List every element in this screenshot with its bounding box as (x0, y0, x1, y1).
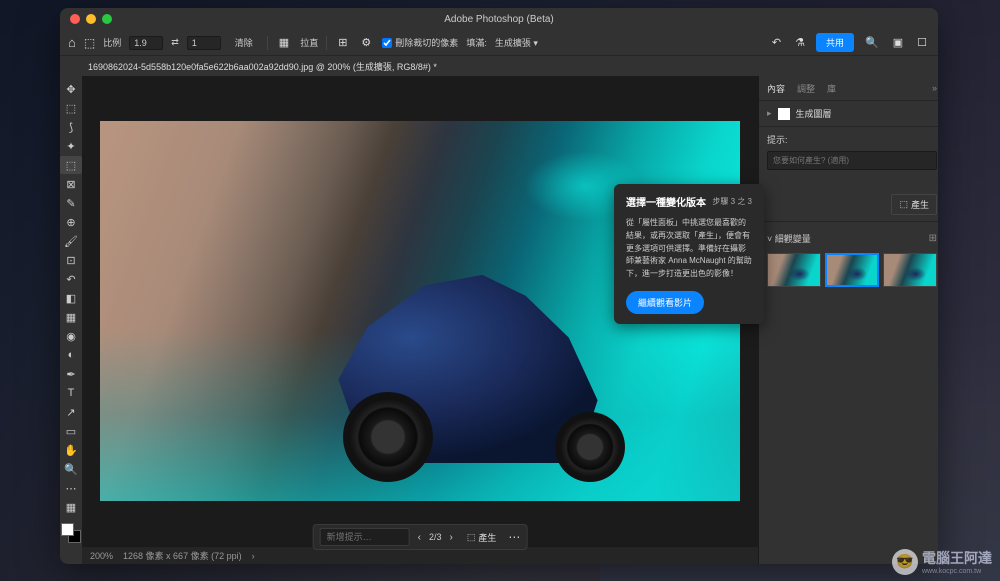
more-options-icon[interactable]: ⋯ (508, 530, 520, 544)
eraser-tool-icon[interactable]: ◧ (60, 289, 82, 307)
grid-view-icon[interactable]: ⊞ (929, 233, 937, 244)
pen-tool-icon[interactable]: ✒ (60, 365, 82, 383)
clear-button[interactable]: 清除 (229, 34, 259, 51)
gradient-tool-icon[interactable]: ▦ (60, 308, 82, 326)
properties-panel: 內容 調整 庫 » ▸ 生成圖層 提示: ⬚ 產生 (758, 76, 938, 564)
document-dimensions: 1268 像素 x 667 像素 (72 ppi) (123, 549, 242, 562)
variation-thumb-2[interactable] (825, 253, 879, 287)
zoom-level[interactable]: 200% (90, 551, 113, 561)
blur-tool-icon[interactable]: ◉ (60, 327, 82, 345)
lasso-tool-icon[interactable]: ⟆ (60, 118, 82, 136)
variation-count: 2/3 (429, 532, 442, 542)
more-tools-icon[interactable]: ⋯ (60, 479, 82, 497)
edit-toolbar-icon[interactable]: ▦ (60, 498, 82, 516)
popup-title: 選擇一種變化版本 (626, 194, 706, 209)
wand-tool-icon[interactable]: ✦ (60, 137, 82, 155)
ratio-width-input[interactable] (129, 36, 163, 50)
variation-thumb-1[interactable] (767, 253, 821, 287)
next-variation-button[interactable]: › (447, 532, 454, 543)
watermark-text: 電腦王阿達 (922, 548, 992, 568)
move-tool-icon[interactable]: ✥ (60, 80, 82, 98)
hand-tool-icon[interactable]: ✋ (60, 441, 82, 459)
watermark-icon: 😎 (892, 549, 918, 575)
variation-thumb-3[interactable] (883, 253, 937, 287)
photoshop-window: Adobe Photoshop (Beta) ⌂ ⬚ 比例 ⇄ 清除 ▦ 拉直 … (60, 8, 938, 564)
watermark: 😎 電腦王阿達 www.kocpc.com.tw (892, 548, 992, 575)
color-swatches[interactable] (61, 523, 81, 543)
arrange-icon[interactable]: ☐ (914, 36, 930, 49)
shape-tool-icon[interactable]: ▭ (60, 422, 82, 440)
close-window-button[interactable] (70, 14, 80, 24)
gear-icon[interactable]: ⚙ (358, 36, 374, 49)
titlebar: Adobe Photoshop (Beta) (60, 8, 938, 30)
document-tabbar: 1690862024-5d558b120e0fa5e622b6aa002a92d… (60, 56, 938, 76)
zoom-tool-icon[interactable]: 🔍 (60, 460, 82, 478)
dodge-tool-icon[interactable]: ◐ (60, 346, 82, 364)
expand-icon[interactable]: ▸ (767, 108, 772, 119)
contextual-task-bar: ‹ 2/3 › ⬚ 產生 ⋯ (313, 524, 528, 550)
type-tool-icon[interactable]: T (60, 384, 82, 402)
maximize-window-button[interactable] (102, 14, 112, 24)
home-icon[interactable]: ⌂ (68, 35, 76, 50)
crop-tool-icon[interactable]: ⬚ (60, 156, 82, 174)
variation-thumbnails (767, 253, 937, 287)
popup-step: 步驟 3 之 3 (712, 196, 752, 207)
ratio-height-input[interactable] (187, 36, 221, 50)
panel-tabs: 內容 調整 庫 » (759, 76, 938, 100)
fill-dropdown[interactable]: 生成擴張 ▾ (495, 36, 538, 49)
search-icon[interactable]: 🔍 (862, 36, 882, 49)
undo-icon[interactable]: ↶ (769, 36, 784, 49)
tab-content[interactable]: 內容 (767, 82, 785, 95)
watermark-url: www.kocpc.com.tw (922, 568, 992, 575)
continue-button[interactable]: 繼續觀看影片 (626, 291, 704, 314)
delete-cropped-checkbox[interactable]: 刪除裁切的像素 (382, 36, 458, 49)
marquee-tool-icon[interactable]: ⬚ (60, 99, 82, 117)
tab-library[interactable]: 庫 (827, 82, 836, 95)
prev-variation-button[interactable]: ‹ (416, 532, 423, 543)
minimize-window-button[interactable] (86, 14, 96, 24)
tutorial-popup: 選擇一種變化版本 步驟 3 之 3 從「屬性面板」中挑選您最喜歡的結果，或再次選… (614, 184, 764, 324)
left-toolbar: ✥ ⬚ ⟆ ✦ ⬚ ⊠ ✎ ⊕ 🖌 ⊡ ↶ ◧ ▦ ◉ ◐ ✒ T ↗ ▭ ✋ … (60, 76, 82, 564)
layer-indicator: ▸ 生成圖層 (767, 107, 937, 120)
fill-label: 填滿: (466, 36, 487, 49)
swap-icon[interactable]: ⇄ (171, 37, 179, 48)
ratio-label: 比例 (103, 36, 121, 49)
prompt-label: 提示: (767, 133, 937, 146)
panel-generate-button[interactable]: ⬚ 產生 (891, 194, 937, 215)
generate-button[interactable]: ⬚ 產生 (461, 529, 503, 546)
path-tool-icon[interactable]: ↗ (60, 403, 82, 421)
beaker-icon[interactable]: ⚗ (792, 36, 808, 49)
status-chevron-icon[interactable]: › (252, 551, 255, 561)
grid-icon[interactable]: ⊞ (335, 36, 350, 49)
stamp-tool-icon[interactable]: ⊡ (60, 251, 82, 269)
foreground-color[interactable] (61, 523, 74, 536)
workspace-icon[interactable]: ▣ (890, 36, 906, 49)
tab-adjust[interactable]: 調整 (797, 82, 815, 95)
prompt-input[interactable] (320, 528, 410, 546)
eyedropper-tool-icon[interactable]: ✎ (60, 194, 82, 212)
collapse-panel-icon[interactable]: » (932, 83, 937, 93)
crop-tool-icon[interactable]: ⬚ (84, 36, 95, 50)
variations-label: ˅ 細觀變量 (767, 232, 811, 245)
straighten-icon[interactable]: ▦ (276, 36, 292, 49)
panel-prompt-input[interactable] (767, 151, 937, 170)
layer-name: 生成圖層 (796, 107, 832, 120)
share-button[interactable]: 共用 (816, 33, 854, 52)
options-bar: ⌂ ⬚ 比例 ⇄ 清除 ▦ 拉直 ⊞ ⚙ 刪除裁切的像素 填滿: 生成擴張 ▾ … (60, 30, 938, 56)
popup-body: 從「屬性面板」中挑選您最喜歡的結果，或再次選取「產生」，便會有更多選項可供選擇。… (626, 217, 752, 281)
window-title: Adobe Photoshop (Beta) (444, 14, 554, 25)
document-tab[interactable]: 1690862024-5d558b120e0fa5e622b6aa002a92d… (88, 60, 437, 73)
straighten-label: 拉直 (300, 36, 318, 49)
heal-tool-icon[interactable]: ⊕ (60, 213, 82, 231)
frame-tool-icon[interactable]: ⊠ (60, 175, 82, 193)
brush-tool-icon[interactable]: 🖌 (60, 232, 82, 250)
history-brush-icon[interactable]: ↶ (60, 270, 82, 288)
layer-thumb-icon (778, 108, 790, 120)
